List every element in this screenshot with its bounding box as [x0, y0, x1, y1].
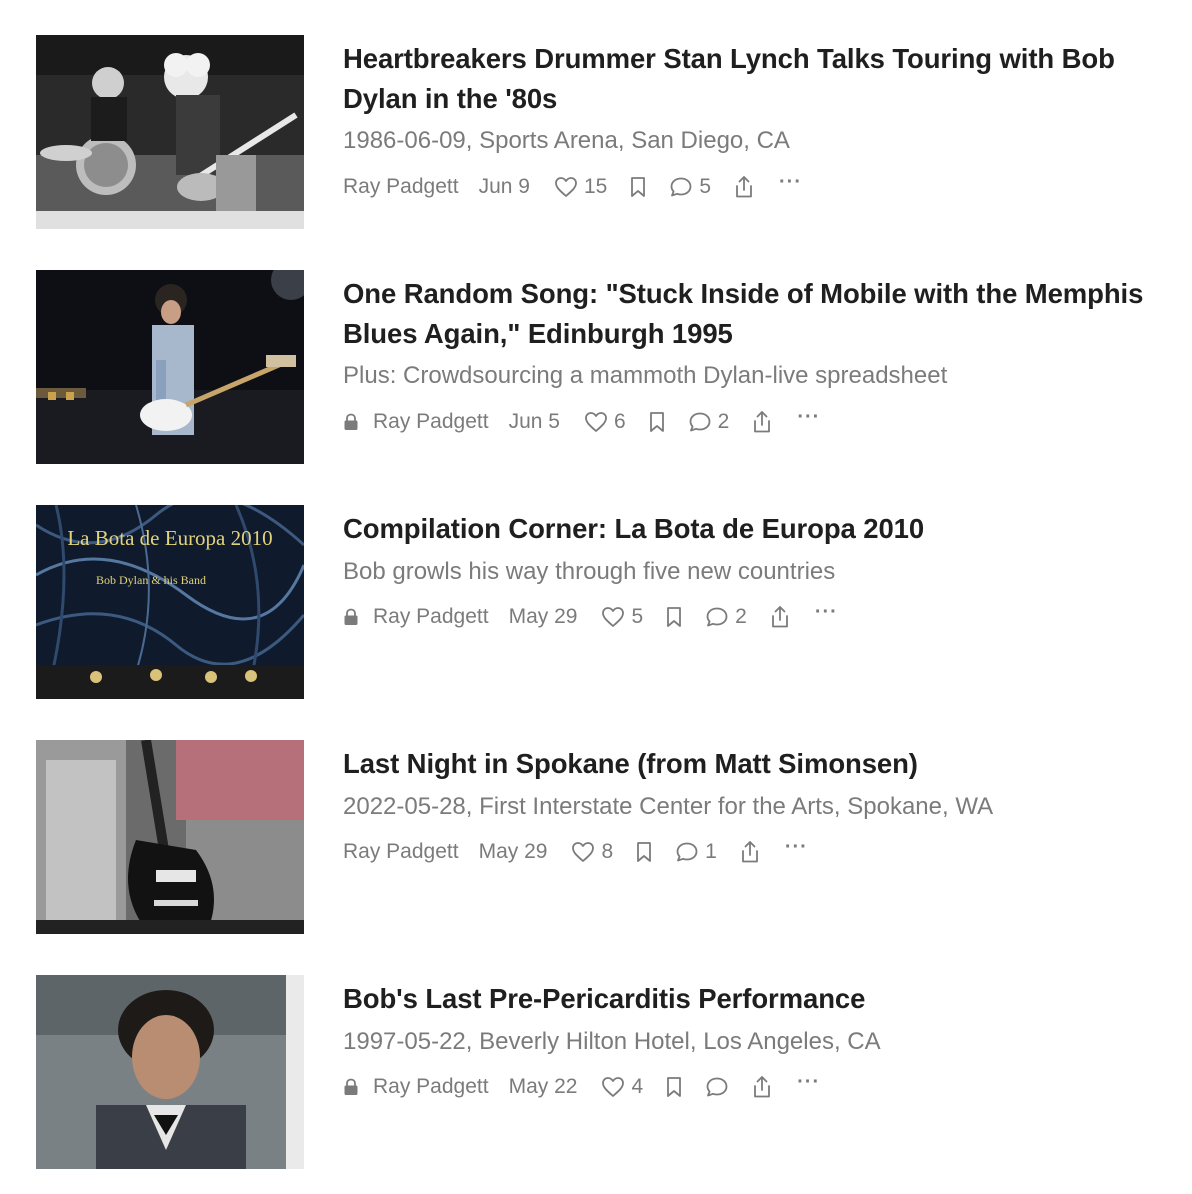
post-item[interactable]: Last Night in Spokane (from Matt Simonse…: [0, 740, 1192, 940]
bookmark-button[interactable]: [648, 411, 666, 433]
post-item[interactable]: One Random Song: "Stuck Inside of Mobile…: [0, 270, 1192, 470]
concert-photo-guitarist-stage: [36, 270, 304, 464]
more-options-button[interactable]: ···: [797, 1071, 820, 1094]
post-title[interactable]: Heartbreakers Drummer Stan Lynch Talks T…: [343, 39, 1188, 119]
comment-button[interactable]: [705, 1076, 729, 1098]
like-button[interactable]: 5: [601, 605, 665, 629]
bookmark-icon: [649, 412, 664, 432]
comment-button[interactable]: 1: [675, 840, 739, 864]
lock-icon: [343, 608, 359, 626]
post-date: May 22: [508, 1075, 578, 1098]
post-thumbnail[interactable]: [36, 35, 304, 229]
more-options-button[interactable]: ···: [779, 171, 802, 194]
share-icon: [754, 1076, 771, 1098]
post-title[interactable]: One Random Song: "Stuck Inside of Mobile…: [343, 274, 1188, 354]
heart-icon: [602, 1077, 625, 1097]
bookmark-icon: [667, 607, 682, 627]
like-count: 5: [631, 605, 644, 628]
post-subtitle: 1997-05-22, Beverly Hilton Hotel, Los An…: [343, 1028, 881, 1055]
like-count: 6: [613, 410, 626, 433]
post-meta: Ray Padgett Jun 5 6 2 ···: [343, 406, 820, 437]
more-options-button[interactable]: ···: [797, 406, 820, 429]
share-icon: [736, 176, 752, 198]
like-button[interactable]: 15: [554, 175, 629, 199]
post-date: Jun 5: [508, 410, 560, 433]
comment-icon: [706, 1077, 728, 1097]
comment-icon: [706, 607, 728, 627]
like-count: 4: [631, 1075, 644, 1098]
post-meta: Ray Padgett May 29 5 2 ···: [343, 601, 838, 632]
share-button[interactable]: [751, 410, 773, 434]
bookmark-icon: [631, 177, 646, 197]
heart-icon: [555, 177, 577, 197]
album-cover-subtitle: Bob Dylan & his Band: [96, 573, 206, 587]
bookmark-button[interactable]: [665, 606, 683, 628]
post-title[interactable]: Compilation Corner: La Bota de Europa 20…: [343, 509, 1188, 549]
post-item[interactable]: Bob's Last Pre-Pericarditis Performance …: [0, 975, 1192, 1175]
share-button[interactable]: [739, 840, 761, 864]
comment-button[interactable]: 2: [688, 410, 752, 434]
comment-button[interactable]: 5: [669, 175, 733, 199]
post-author[interactable]: Ray Padgett: [373, 1075, 489, 1099]
album-cover-title: La Bota de Europa 2010: [67, 526, 272, 550]
like-button[interactable]: 8: [571, 840, 635, 864]
share-icon: [741, 841, 758, 863]
post-meta: Ray Padgett May 22 4 ···: [343, 1071, 820, 1102]
post-date: May 29: [508, 605, 578, 628]
share-icon: [754, 411, 771, 433]
post-subtitle: 2022-05-28, First Interstate Center for …: [343, 793, 994, 820]
comment-icon: [689, 412, 711, 432]
share-button[interactable]: [769, 605, 791, 629]
portrait-photo: [36, 975, 304, 1169]
post-thumbnail[interactable]: [36, 270, 304, 464]
post-author[interactable]: Ray Padgett: [343, 175, 459, 199]
like-button[interactable]: 6: [584, 410, 648, 434]
comment-icon: [670, 177, 692, 197]
post-subtitle: Bob growls his way through five new coun…: [343, 558, 836, 585]
post-thumbnail[interactable]: [36, 975, 304, 1169]
share-icon: [771, 606, 788, 628]
more-options-button[interactable]: ···: [785, 836, 808, 859]
lock-icon: [343, 1078, 359, 1096]
bookmark-button[interactable]: [635, 841, 653, 863]
heart-icon: [602, 607, 625, 627]
share-button[interactable]: [751, 1075, 773, 1099]
post-author[interactable]: Ray Padgett: [373, 605, 489, 629]
comment-icon: [676, 842, 698, 862]
post-thumbnail[interactable]: [36, 740, 304, 934]
post-meta: Ray Padgett Jun 9 15 5 ···: [343, 171, 802, 202]
post-meta: Ray Padgett May 29 8 1 ···: [343, 836, 808, 867]
post-author[interactable]: Ray Padgett: [343, 840, 459, 864]
post-author[interactable]: Ray Padgett: [373, 410, 489, 434]
heart-icon: [572, 842, 595, 862]
post-item[interactable]: La Bota de Europa 2010 Bob Dylan & his B…: [0, 505, 1192, 705]
post-date: May 29: [478, 840, 548, 863]
comment-count: 2: [717, 410, 730, 433]
post-subtitle: 1986-06-09, Sports Arena, San Diego, CA: [343, 127, 790, 154]
post-thumbnail[interactable]: La Bota de Europa 2010 Bob Dylan & his B…: [36, 505, 304, 699]
post-date: Jun 9: [478, 175, 530, 198]
share-button[interactable]: [733, 175, 755, 199]
like-count: 15: [583, 175, 608, 198]
comment-count: 2: [735, 605, 747, 628]
like-button[interactable]: 4: [601, 1075, 665, 1099]
bookmark-button[interactable]: [629, 176, 647, 198]
more-options-button[interactable]: ···: [815, 601, 838, 624]
comment-count: 1: [705, 840, 717, 863]
album-cover: La Bota de Europa 2010 Bob Dylan & his B…: [36, 505, 304, 699]
bookmark-icon: [667, 1077, 682, 1097]
post-title[interactable]: Last Night in Spokane (from Matt Simonse…: [343, 744, 1188, 784]
guitar-and-amp-photo: [36, 740, 304, 934]
lock-icon: [343, 413, 359, 431]
bookmark-icon: [637, 842, 652, 862]
bookmark-button[interactable]: [665, 1076, 683, 1098]
concert-photo-drummer-guitarist-bw: [36, 35, 304, 229]
comment-button[interactable]: 2: [705, 605, 769, 629]
heart-icon: [585, 412, 607, 432]
post-title[interactable]: Bob's Last Pre-Pericarditis Performance: [343, 979, 1188, 1019]
comment-count: 5: [699, 175, 711, 198]
post-subtitle: Plus: Crowdsourcing a mammoth Dylan-live…: [343, 362, 948, 389]
like-count: 8: [601, 840, 614, 863]
post-item[interactable]: Heartbreakers Drummer Stan Lynch Talks T…: [0, 35, 1192, 235]
